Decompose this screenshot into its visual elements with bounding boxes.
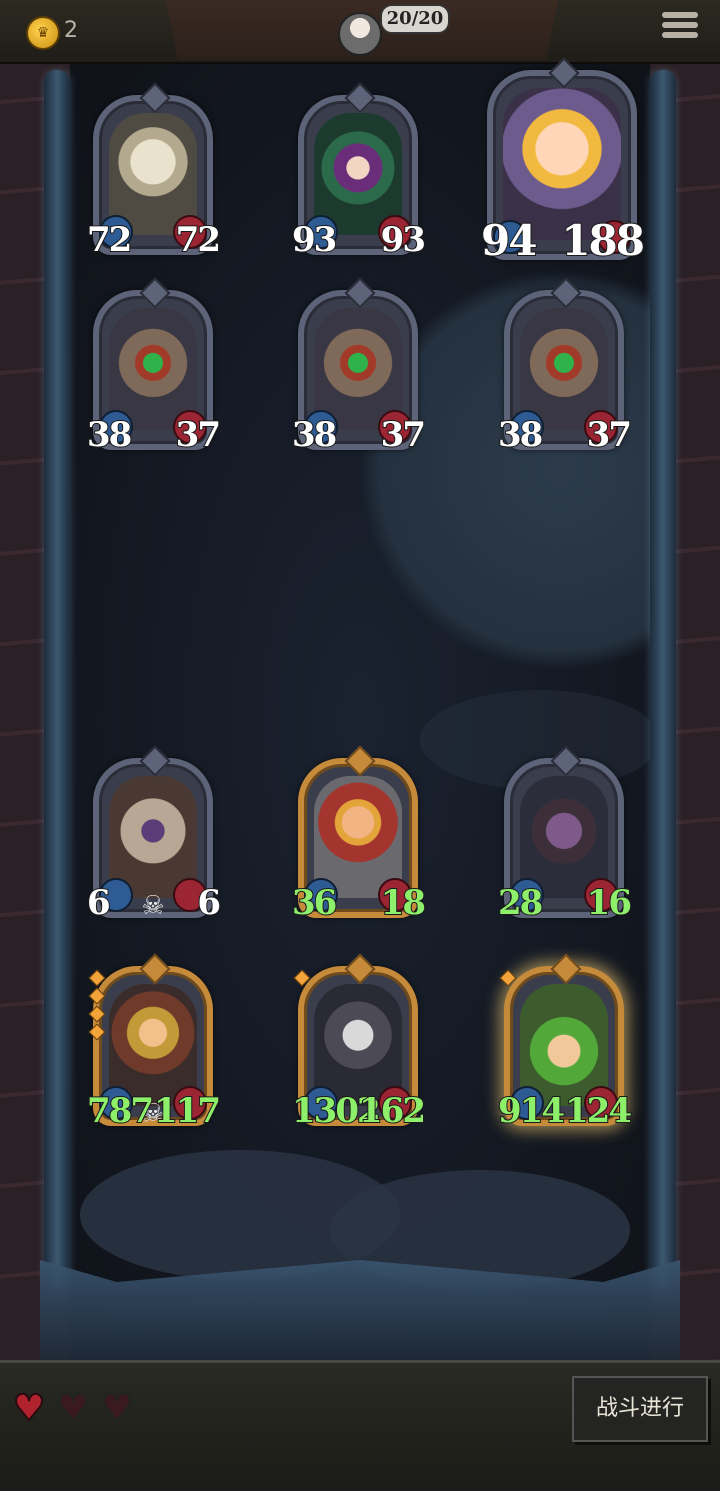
health-value: 72: [175, 220, 222, 260]
crown-coin-icon: ♛: [26, 16, 60, 50]
player-card-octopus-cook[interactable]: 28 16: [497, 745, 633, 921]
rank-pips: [293, 969, 311, 987]
enemy-card-screaming-boy[interactable]: 94 188: [480, 57, 646, 263]
health-value: 37: [175, 415, 222, 455]
heart-icon: ♥: [56, 1388, 90, 1429]
attack-value: 914: [497, 1091, 566, 1131]
attack-value: 38: [497, 415, 544, 455]
player-card-blonde-warrior[interactable]: 36 18: [291, 745, 427, 921]
health-value: 16: [586, 883, 633, 923]
player-card-pirate-captain[interactable]: ☠ 787 117: [86, 953, 222, 1129]
arena-frame-left: [44, 70, 70, 1288]
attack-value: 787: [86, 1091, 155, 1131]
attack-value: 36: [291, 883, 338, 923]
player-card-grey-cat[interactable]: 1302 162: [291, 953, 427, 1129]
heart-icon: ♥: [12, 1388, 46, 1429]
attack-value: 93: [291, 220, 338, 260]
health-value: 93: [380, 220, 427, 260]
health-value: 18: [380, 883, 427, 923]
enemy-card-chef-ghost[interactable]: 72 72: [86, 82, 222, 258]
attack-value: 94: [480, 216, 538, 265]
health-value: 188: [560, 216, 646, 265]
rank-pips: [499, 969, 517, 987]
top-bar: ♛ 2 20/20: [0, 0, 720, 64]
attack-value: 28: [497, 883, 544, 923]
attack-value: 38: [86, 415, 133, 455]
health-value: 37: [586, 415, 633, 455]
party-count-bubble: 20/20: [380, 4, 450, 34]
enemy-card-witch[interactable]: 93 93: [291, 82, 427, 258]
attack-value: 72: [86, 220, 133, 260]
health-value: 6: [196, 883, 222, 923]
hamburger-menu-icon[interactable]: [662, 12, 698, 46]
attack-value: 38: [291, 415, 338, 455]
battle-start-button[interactable]: 战斗进行: [572, 1376, 708, 1442]
health-value: 117: [153, 1091, 222, 1131]
health-value: 162: [358, 1091, 427, 1131]
enemy-card-bug[interactable]: 38 37: [497, 277, 633, 453]
heart-icon: ♥: [100, 1388, 134, 1429]
enemy-card-bug[interactable]: 38 37: [291, 277, 427, 453]
rank-pips: [88, 969, 106, 1041]
player-card-leaf-child[interactable]: 914 124: [497, 953, 633, 1129]
skull-icon: ☠: [141, 891, 165, 921]
attack-value: 6: [86, 883, 112, 923]
health-value: 37: [380, 415, 427, 455]
health-value: 124: [564, 1091, 633, 1131]
arena-frame-right: [650, 70, 676, 1288]
enemy-card-bug[interactable]: 38 37: [86, 277, 222, 453]
player-avatar-icon[interactable]: [338, 12, 382, 56]
player-card-owl-mummy[interactable]: ☠ 6 6: [86, 745, 222, 921]
coin-count: 2: [64, 18, 78, 43]
